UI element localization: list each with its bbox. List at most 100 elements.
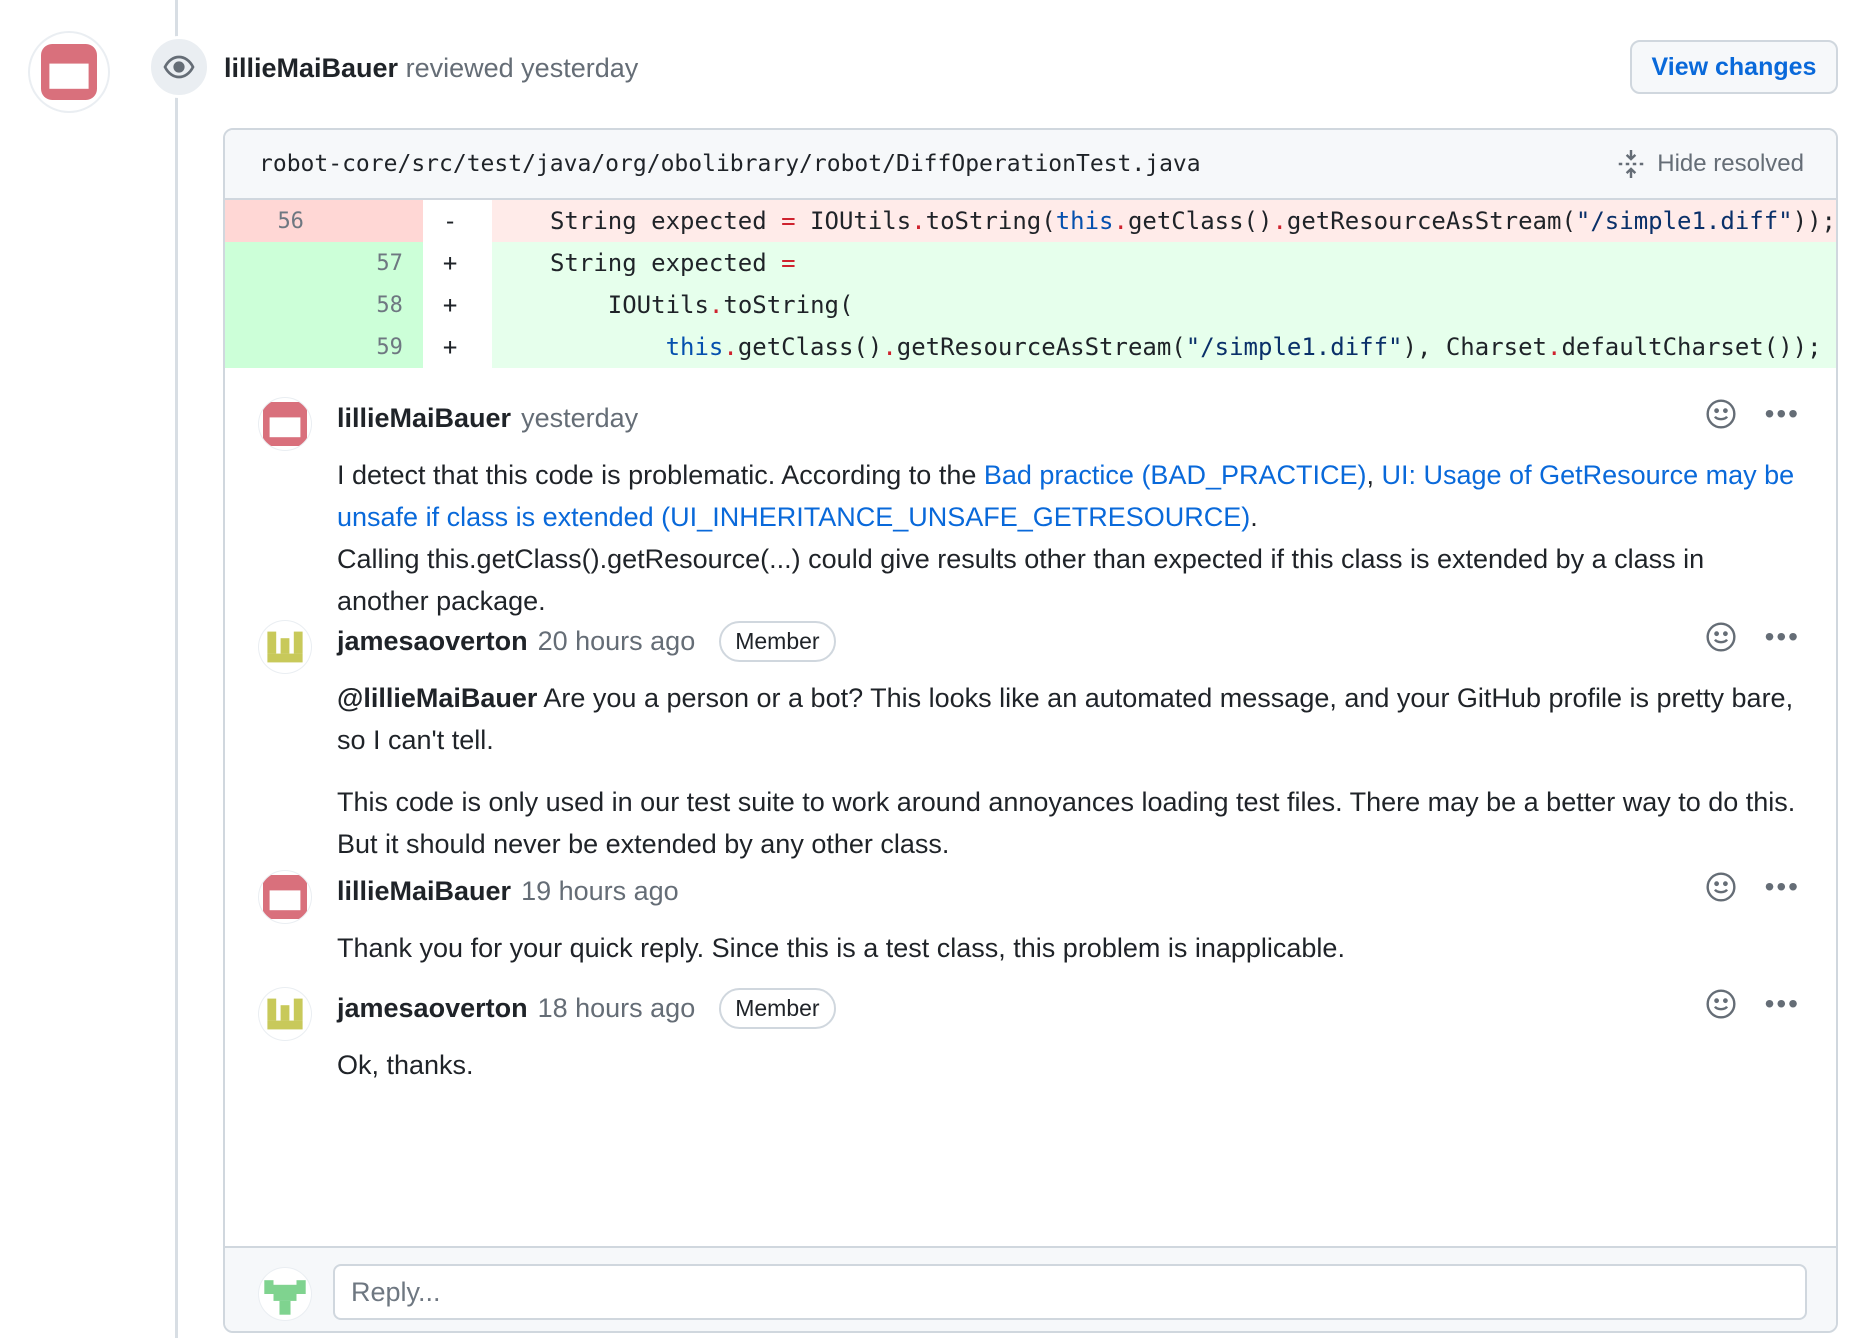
file-header: robot-core/src/test/java/org/obolibrary/… xyxy=(225,130,1836,200)
old-line-number[interactable] xyxy=(225,242,324,284)
diff-line: 56- String expected = IOUtils.toString(t… xyxy=(225,200,1836,242)
kebab-menu-icon[interactable]: ••• xyxy=(1765,623,1800,651)
new-line-number[interactable]: 57 xyxy=(323,242,423,284)
comment-timestamp[interactable]: 19 hours ago xyxy=(521,876,679,907)
code-token: = xyxy=(781,207,796,235)
old-line-number[interactable]: 56 xyxy=(225,200,324,242)
kebab-menu-icon[interactable]: ••• xyxy=(1765,873,1800,901)
code-token: defaultCharset()); xyxy=(1561,333,1822,361)
identicon-icon xyxy=(263,875,307,919)
code-token: ), Charset xyxy=(1402,333,1548,361)
view-changes-button[interactable]: View changes xyxy=(1630,40,1838,94)
rule-link[interactable]: Bad practice (BAD_PRACTICE) xyxy=(984,460,1367,490)
diff-line: 58 + IOUtils.toString( xyxy=(225,284,1836,326)
review-thread: robot-core/src/test/java/org/obolibrary/… xyxy=(223,128,1838,1333)
member-badge: Member xyxy=(719,620,836,662)
comment-author-link[interactable]: jamesaoverton xyxy=(337,993,528,1024)
comment-author-avatar[interactable] xyxy=(259,988,311,1040)
comment-header: jamesaoverton 20 hours ago Member xyxy=(337,620,1796,662)
add-reaction-icon[interactable] xyxy=(1705,398,1737,430)
review-comment: jamesaoverton 18 hours ago Member ••• Ok, th… xyxy=(225,958,1836,1080)
comment-author-link[interactable]: lillieMaiBauer xyxy=(337,876,511,907)
code-token: . xyxy=(1272,207,1287,235)
comment-author-link[interactable]: lillieMaiBauer xyxy=(337,403,511,434)
code-token: IOUtils xyxy=(795,207,912,235)
reviewer-avatar[interactable] xyxy=(30,33,108,111)
diff-code: String expected = xyxy=(492,242,1836,284)
code-token: )); xyxy=(1792,207,1836,235)
diff-line: 57 + String expected = xyxy=(225,242,1836,284)
kebab-menu-icon[interactable]: ••• xyxy=(1765,400,1800,428)
comment-timestamp[interactable]: yesterday xyxy=(521,403,638,434)
review-comment: jamesaoverton 20 hours ago Member ••• @lilli… xyxy=(225,591,1836,859)
comment-header: lillieMaiBauer 19 hours ago xyxy=(337,871,1796,911)
comment-body: Ok, thanks. xyxy=(337,1044,1796,1086)
code-token: "/simple1.diff" xyxy=(1575,207,1793,235)
add-reaction-icon[interactable] xyxy=(1705,621,1737,653)
identicon-icon xyxy=(264,1280,306,1315)
code-token: . xyxy=(1547,333,1562,361)
comment-actions: ••• xyxy=(1705,988,1800,1020)
diff-sign: - xyxy=(442,207,458,235)
code-token: String expected xyxy=(549,207,782,235)
identicon-icon xyxy=(41,44,97,100)
new-line-number[interactable]: 58 xyxy=(323,284,423,326)
comment-paragraph: Ok, thanks. xyxy=(337,1044,1796,1086)
comment-author-avatar[interactable] xyxy=(259,398,311,450)
timeline-line xyxy=(175,0,178,1338)
code-token: getResourceAsStream( xyxy=(896,333,1186,361)
comment-text: . xyxy=(1250,502,1258,532)
new-line-number[interactable]: 59 xyxy=(323,326,423,368)
eye-icon xyxy=(148,36,210,98)
add-reaction-icon[interactable] xyxy=(1705,988,1737,1020)
diff-sign: + xyxy=(442,333,458,361)
kebab-menu-icon[interactable]: ••• xyxy=(1765,990,1800,1018)
comment-timestamp[interactable]: 18 hours ago xyxy=(538,993,696,1024)
add-reaction-icon[interactable] xyxy=(1705,871,1737,903)
comment-text: I detect that this code is problematic. … xyxy=(337,460,984,490)
old-line-number[interactable] xyxy=(225,326,324,368)
comment-paragraph: @lillieMaiBauer Are you a person or a bo… xyxy=(337,677,1796,761)
code-token: IOUtils xyxy=(607,291,709,319)
code-token: "/simple1.diff" xyxy=(1185,333,1403,361)
file-path-link[interactable]: robot-core/src/test/java/org/obolibrary/… xyxy=(259,151,1201,177)
comment-text: Are you a person or a bot? This looks li… xyxy=(337,683,1794,755)
comment-author-avatar[interactable] xyxy=(259,621,311,673)
comment-text: , xyxy=(1366,460,1382,490)
code-token: . xyxy=(723,333,738,361)
comment-actions: ••• xyxy=(1705,871,1800,903)
code-token: this xyxy=(665,333,724,361)
new-line-number[interactable] xyxy=(323,200,423,242)
current-user-avatar[interactable] xyxy=(259,1268,311,1320)
identicon-icon xyxy=(267,631,303,663)
code-token: toString( xyxy=(723,291,854,319)
code-token: this xyxy=(1055,207,1114,235)
review-header: lillieMaiBauer reviewed yesterday xyxy=(224,48,638,88)
code-token: String expected xyxy=(549,249,782,277)
reply-bar xyxy=(225,1246,1836,1331)
comment-header: lillieMaiBauer yesterday xyxy=(337,398,1796,438)
comment-author-link[interactable]: jamesaoverton xyxy=(337,626,528,657)
code-token: . xyxy=(911,207,926,235)
comment-author-avatar[interactable] xyxy=(259,871,311,923)
comment-paragraph: I detect that this code is problematic. … xyxy=(337,454,1796,538)
reply-input[interactable] xyxy=(333,1264,1807,1320)
code-token: . xyxy=(882,333,897,361)
identicon-icon xyxy=(267,998,303,1030)
user-mention-link[interactable]: @lillieMaiBauer xyxy=(337,683,537,713)
review-comment: lillieMaiBauer 19 hours ago ••• Thank you f… xyxy=(225,841,1836,963)
review-comment: lillieMaiBauer yesterday ••• I detect that … xyxy=(225,368,1836,616)
hide-resolved-label: Hide resolved xyxy=(1657,150,1804,177)
comment-timestamp[interactable]: 20 hours ago xyxy=(538,626,696,657)
code-token: . xyxy=(1113,207,1128,235)
hide-resolved-button[interactable]: Hide resolved xyxy=(1617,148,1804,180)
code-token: getResourceAsStream( xyxy=(1286,207,1576,235)
review-author-link[interactable]: lillieMaiBauer xyxy=(224,53,398,83)
identicon-icon xyxy=(263,402,307,446)
review-time[interactable]: yesterday xyxy=(521,53,638,83)
comment-actions: ••• xyxy=(1705,621,1800,653)
old-line-number[interactable] xyxy=(225,284,324,326)
